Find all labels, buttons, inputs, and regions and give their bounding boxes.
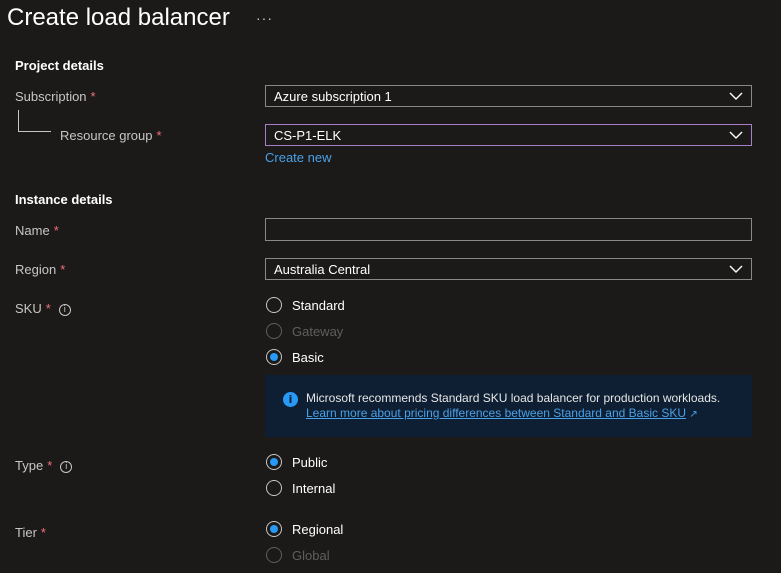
info-icon[interactable]: i [60,461,73,473]
sku-option-gateway: Gateway [266,323,343,339]
sku-info-banner: i Microsoft recommends Standard SKU load… [265,375,752,437]
radio-label: Global [292,547,330,563]
external-link-icon: ↗ [689,409,698,420]
radio-button[interactable] [266,297,282,313]
chevron-down-icon [729,131,743,139]
project-details-heading: Project details [15,58,104,73]
required-marker: * [53,223,59,238]
chevron-down-icon [729,265,743,273]
info-icon[interactable]: i [58,304,71,316]
subscription-value: Azure subscription 1 [274,88,392,104]
more-options-button[interactable]: ··· [256,10,273,26]
region-label: Region * [15,262,66,277]
radio-label: Internal [292,480,336,496]
radio-label: Standard [292,297,345,313]
resource-group-value: CS-P1-ELK [274,127,342,143]
subscription-label: Subscription * [15,89,96,104]
info-message: Microsoft recommends Standard SKU load b… [306,391,721,405]
tier-label: Tier * [15,525,46,540]
tier-option-global: Global [266,547,330,563]
radio-label: Basic [292,349,324,365]
radio-label: Public [292,454,328,470]
required-marker: * [40,525,46,540]
radio-button[interactable] [266,521,282,537]
radio-button[interactable] [266,480,282,496]
resource-group-label: Resource group * [60,128,162,143]
required-marker: * [156,128,162,143]
radio-button [266,323,282,339]
create-new-link[interactable]: Create new [265,150,331,165]
sku-label: SKU * i [15,301,71,316]
required-marker: * [90,89,96,104]
required-marker: * [47,458,53,473]
subscription-dropdown[interactable]: Azure subscription 1 [265,85,752,107]
tree-connector [18,110,19,131]
radio-label: Gateway [292,323,344,339]
required-marker: * [45,301,51,316]
tree-connector [18,131,51,132]
tier-option-regional[interactable]: Regional [266,521,343,537]
name-label: Name * [15,223,59,238]
radio-button [266,547,282,563]
pricing-link[interactable]: Learn more about pricing differences bet… [306,406,686,420]
radio-button[interactable] [266,454,282,470]
required-marker: * [60,262,66,277]
chevron-down-icon [729,92,743,100]
radio-label: Regional [292,521,344,537]
info-icon: i [283,392,298,407]
region-value: Australia Central [274,261,371,277]
type-option-public[interactable]: Public [266,454,327,470]
type-option-internal[interactable]: Internal [266,480,335,496]
region-dropdown[interactable]: Australia Central [265,258,752,280]
type-label: Type * i [15,458,73,473]
resource-group-dropdown[interactable]: CS-P1-ELK [265,124,752,146]
sku-option-standard[interactable]: Standard [266,297,345,313]
radio-button[interactable] [266,349,282,365]
page-title: Create load balancer [7,4,230,31]
sku-option-basic[interactable]: Basic [266,349,324,365]
instance-details-heading: Instance details [15,192,113,207]
name-input[interactable] [265,218,752,241]
